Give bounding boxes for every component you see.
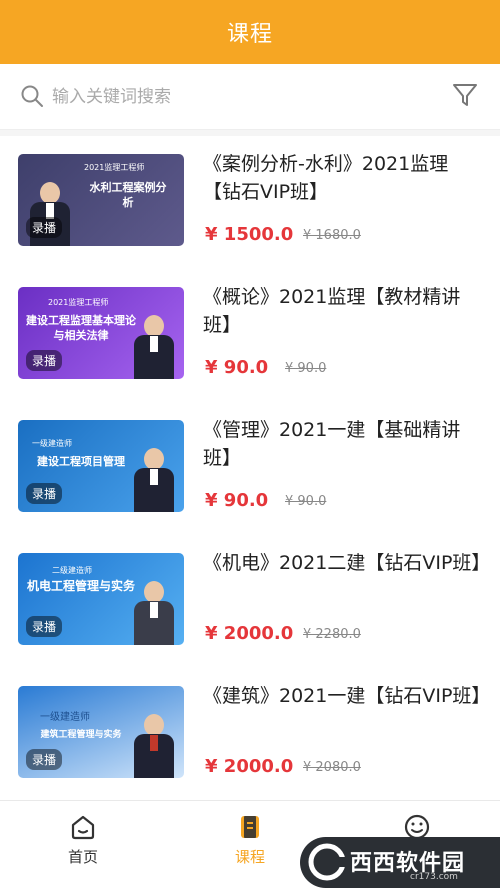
original-price: ¥ 2080.0 (303, 760, 361, 775)
thumbnail-title: 建设工程项目管理 (37, 455, 125, 468)
course-item[interactable]: 2021监理工程师 水利工程案例分析 录播 《案例分析-水利》2021监理【钻石… (0, 136, 500, 269)
watermark-url: cr173.com (410, 872, 458, 882)
course-item[interactable]: 2021监理工程师 建设工程监理基本理论与相关法律 录播 《概论》2021监理【… (0, 269, 500, 402)
teacher-photo (132, 313, 176, 379)
original-price: ¥ 2280.0 (303, 627, 361, 642)
thumbnail-banner: 2021监理工程师 (48, 298, 109, 307)
thumbnail-title: 建设工程监理基本理论与相关法律 (26, 314, 136, 342)
tab-label: 课程 (234, 848, 265, 866)
course-item[interactable]: 二级建造师 机电工程管理与实务 录播 《机电》2021二建【钻石VIP班】 ¥ … (0, 535, 500, 668)
course-price: ¥ 90.0 (205, 490, 269, 511)
course-thumbnail[interactable]: 一级建造师 建筑工程管理与实务 录播 (18, 686, 184, 778)
teacher-photo (132, 712, 176, 778)
course-title[interactable]: 《概论》2021监理【教材精讲班】 (203, 283, 483, 339)
page-title: 课程 (226, 22, 273, 47)
recorded-badge: 录播 (26, 616, 63, 637)
thumbnail-banner: 一级建造师 (40, 712, 90, 723)
tab-label: 首页 (67, 848, 98, 866)
original-price: ¥ 90.0 (285, 361, 327, 376)
thumbnail-title: 水利工程案例分析 (89, 181, 167, 209)
recorded-badge: 录播 (26, 217, 63, 238)
course-icon (241, 816, 259, 838)
thumbnail-banner: 二级建造师 (52, 566, 92, 575)
watermark-icon (308, 843, 346, 881)
original-price: ¥ 1680.0 (303, 228, 361, 243)
home-icon (71, 815, 95, 840)
search-bar (0, 64, 500, 130)
app-header: 课程 (0, 0, 500, 64)
course-title[interactable]: 《建筑》2021一建【钻石VIP班】 (203, 682, 490, 710)
teacher-photo (132, 446, 176, 512)
course-thumbnail[interactable]: 2021监理工程师 水利工程案例分析 录播 (18, 154, 184, 246)
teacher-photo (132, 579, 176, 645)
course-item[interactable]: 一级建造师 建筑工程管理与实务 录播 《建筑》2021一建【钻石VIP班】 ¥ … (0, 668, 500, 800)
course-thumbnail[interactable]: 2021监理工程师 建设工程监理基本理论与相关法律 录播 (18, 287, 184, 379)
course-thumbnail[interactable]: 一级建造师 建设工程项目管理 录播 (18, 420, 184, 512)
thumbnail-title: 建筑工程管理与实务 (40, 730, 122, 740)
course-thumbnail[interactable]: 二级建造师 机电工程管理与实务 录播 (18, 553, 184, 645)
course-price: ¥ 2000.0 (205, 623, 294, 644)
search-input[interactable] (52, 82, 412, 112)
tab-course[interactable]: 课程 (210, 811, 290, 871)
thumbnail-banner: 2021监理工程师 (84, 163, 145, 172)
original-price: ¥ 90.0 (285, 494, 327, 509)
course-price: ¥ 90.0 (205, 357, 269, 378)
course-title[interactable]: 《管理》2021一建【基础精讲班】 (203, 416, 483, 472)
thumbnail-title: 机电工程管理与实务 (26, 579, 135, 593)
search-icon (21, 85, 43, 107)
filter-icon[interactable] (450, 80, 480, 110)
watermark-logo: 西西软件园 cr173.com (300, 837, 500, 888)
tab-home[interactable]: 首页 (43, 811, 123, 871)
recorded-badge: 录播 (26, 350, 63, 371)
course-list: 2021监理工程师 水利工程案例分析 录播 《案例分析-水利》2021监理【钻石… (0, 136, 500, 800)
recorded-badge: 录播 (26, 749, 63, 770)
recorded-badge: 录播 (26, 483, 63, 504)
course-item[interactable]: 一级建造师 建设工程项目管理 录播 《管理》2021一建【基础精讲班】 ¥ 90… (0, 402, 500, 535)
thumbnail-banner: 一级建造师 (32, 439, 72, 448)
course-price: ¥ 1500.0 (205, 224, 294, 245)
course-price: ¥ 2000.0 (205, 756, 294, 777)
course-title[interactable]: 《案例分析-水利》2021监理【钻石VIP班】 (203, 150, 483, 206)
course-title[interactable]: 《机电》2021二建【钻石VIP班】 (203, 549, 490, 577)
